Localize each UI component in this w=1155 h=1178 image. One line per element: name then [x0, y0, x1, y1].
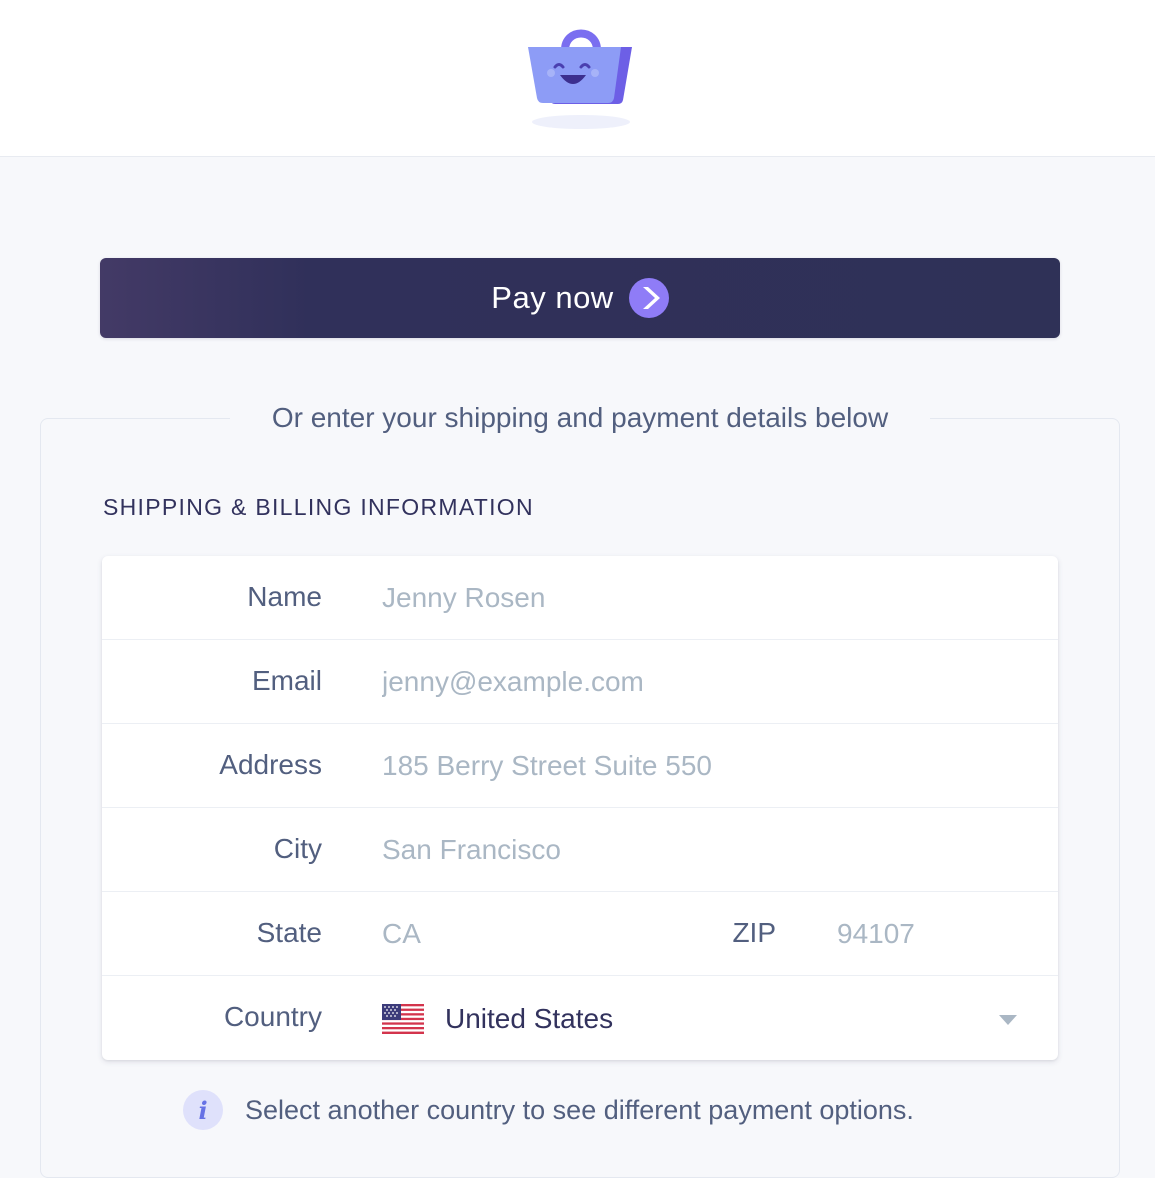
city-input[interactable]	[382, 828, 1022, 872]
chevron-down-icon	[999, 1015, 1017, 1025]
smiling-shopping-basket-icon	[528, 29, 632, 129]
name-row: Name	[102, 556, 1058, 640]
info-icon: i	[183, 1090, 223, 1130]
address-input[interactable]	[382, 744, 1022, 788]
section-title: SHIPPING & BILLING INFORMATION	[103, 494, 534, 520]
country-notice: i Select another country to see differen…	[183, 1089, 914, 1131]
email-row: Email	[102, 640, 1058, 724]
us-flag-icon	[382, 1004, 424, 1034]
city-label: City	[273, 833, 322, 864]
fieldset-legend: Or enter your shipping and payment detai…	[230, 400, 930, 436]
name-label: Name	[247, 581, 322, 612]
name-input[interactable]	[382, 576, 1022, 620]
country-label: Country	[223, 1001, 322, 1032]
email-label: Email	[251, 665, 322, 696]
state-label: State	[256, 917, 322, 948]
shipping-billing-form: Name Email Address City State ZIP Countr…	[102, 556, 1058, 1060]
notice-text: Select another country to see different …	[245, 1094, 914, 1125]
address-label: Address	[219, 749, 322, 780]
pay-now-button[interactable]: Pay now	[100, 258, 1060, 338]
country-value: United States	[445, 1003, 614, 1034]
zip-label: ZIP	[732, 917, 776, 948]
email-input[interactable]	[382, 660, 1022, 704]
chevron-right-circle-icon	[628, 278, 669, 318]
site-header	[0, 0, 1155, 157]
country-select[interactable]: Country United States	[102, 976, 1058, 1062]
pay-now-label: Pay now	[491, 280, 614, 315]
address-row: Address	[102, 724, 1058, 808]
zip-input[interactable]	[837, 912, 1037, 956]
city-row: City	[102, 808, 1058, 892]
state-input[interactable]	[382, 912, 702, 956]
state-zip-row: State ZIP	[102, 892, 1058, 976]
